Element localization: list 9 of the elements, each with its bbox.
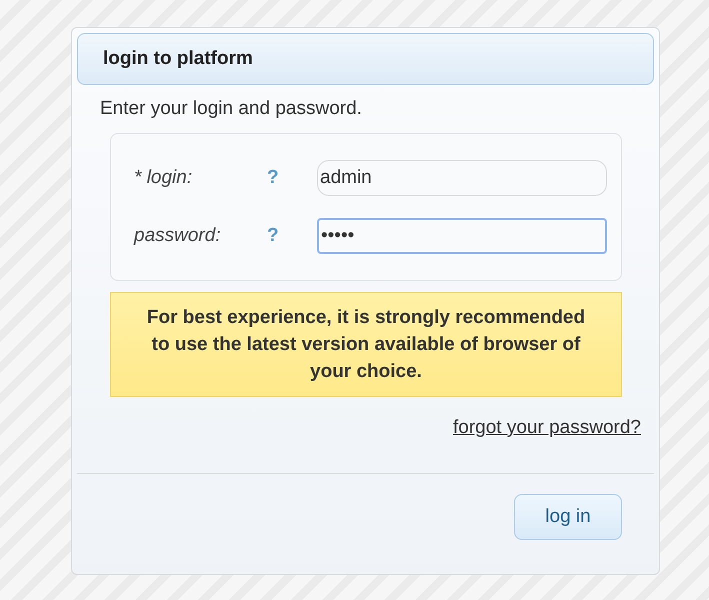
input-field[interactable]: admin bbox=[317, 160, 607, 196]
forgot-password-link[interactable]: forgot your password? bbox=[453, 417, 641, 439]
panel-title: login to platform bbox=[103, 48, 253, 70]
browser-notice: For best experience, it is strongly recommended to use the latest version available of browser of your choice. bbox=[110, 292, 622, 397]
input-field[interactable]: ••••• bbox=[317, 218, 607, 254]
field-label: password: bbox=[134, 225, 222, 247]
intro-text: Enter your login and password. bbox=[100, 98, 363, 120]
field-label: * login: bbox=[134, 167, 194, 189]
login-button[interactable]: log in bbox=[514, 494, 622, 540]
